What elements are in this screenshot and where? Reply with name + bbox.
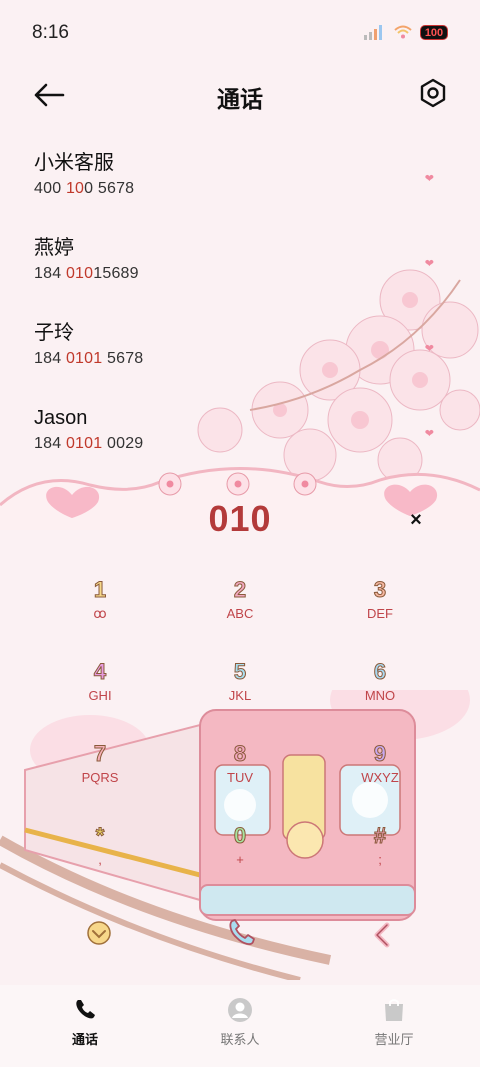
bottom-navigation: 通话 联系人 营业厅: [0, 985, 480, 1067]
tab-service-hall[interactable]: 营业厅: [334, 997, 454, 1048]
contact-number: 184 0101 0029: [34, 435, 144, 452]
heart-icon: ❤: [424, 258, 434, 270]
clear-icon[interactable]: ×: [404, 508, 428, 532]
keypad-letters: +: [236, 852, 244, 867]
tab-contacts-label: 联系人: [220, 1032, 260, 1047]
keypad-digit: 3: [373, 577, 387, 603]
wifi-icon: [394, 25, 412, 39]
keypad-key-9[interactable]: 9 WXYZ: [320, 739, 440, 811]
keypad-letters: MNO: [364, 688, 396, 703]
shopping-bag-icon: [385, 999, 403, 1021]
page-title: 通话: [217, 86, 263, 112]
tab-calls[interactable]: 通话: [25, 997, 145, 1048]
keypad-key-3[interactable]: 3 DEF: [320, 575, 440, 647]
tab-calls-label: 通话: [71, 1032, 98, 1047]
keypad-digit: 5: [233, 659, 247, 685]
keypad-digit: #: [373, 823, 387, 849]
contact-number: 184 0101 5678: [34, 350, 144, 367]
contact-name: 燕婷: [34, 237, 74, 259]
keypad-letters: GHI: [88, 688, 112, 703]
settings-gear-icon[interactable]: [418, 78, 448, 108]
keypad-letters: WXYZ: [361, 770, 399, 785]
tab-contacts[interactable]: 联系人: [180, 997, 300, 1048]
contact-row[interactable]: 小米客服 400 100 5678 ❤: [0, 148, 480, 233]
contact-row[interactable]: 子玲 184 0101 5678 ❤: [0, 318, 480, 403]
keypad-digit: 8: [233, 741, 247, 767]
keypad-letters: DEF: [367, 606, 393, 621]
keypad-digit: 7: [93, 741, 107, 767]
contact-name: 子玲: [34, 322, 74, 344]
search-results-list: 小米客服 400 100 5678 ❤ 燕婷 184 01015689 ❤ 子玲…: [0, 148, 480, 488]
keypad-digit: 4: [93, 659, 107, 685]
keypad-key-hash[interactable]: #;: [320, 821, 440, 893]
heart-icon: ❤: [424, 343, 434, 355]
keypad-key-5[interactable]: 5 JKL: [180, 657, 300, 729]
keypad-key-star[interactable]: *,: [40, 821, 160, 893]
keypad-key-8[interactable]: 8 TUV: [180, 739, 300, 811]
battery-icon: 100: [420, 24, 448, 40]
heart-icon: ❤: [424, 428, 434, 440]
keypad-letters: ,: [98, 852, 102, 867]
status-icons: 100: [364, 24, 448, 40]
backspace-icon[interactable]: [372, 922, 392, 948]
keypad-digit: 0: [233, 823, 247, 849]
keypad-letters: PQRS: [81, 770, 119, 785]
keypad-digit: 2: [233, 577, 247, 603]
status-bar: 8:16 100: [0, 0, 480, 64]
keypad-digit: *: [95, 823, 105, 849]
tab-service-hall-label: 营业厅: [374, 1032, 414, 1047]
contact-name: Jason: [34, 407, 88, 429]
header: 通话: [0, 70, 480, 120]
keypad-key-2[interactable]: 2 ABC: [180, 575, 300, 647]
keypad-digit: 1: [93, 577, 107, 603]
heart-icon: ❤: [424, 173, 434, 185]
contact-number: 400 100 5678: [34, 180, 135, 197]
keypad-digit: 9: [373, 741, 387, 767]
keypad-key-4[interactable]: 4 GHI: [40, 657, 160, 729]
call-button-icon[interactable]: [224, 916, 258, 950]
keypad-letters: TUV: [227, 770, 253, 785]
contact-name: 小米客服: [34, 152, 114, 174]
person-icon: [228, 998, 252, 1022]
contact-row[interactable]: 燕婷 184 01015689 ❤: [0, 233, 480, 318]
phone-icon: [76, 1000, 95, 1019]
keypad-key-7[interactable]: 7 PQRS: [40, 739, 160, 811]
contact-number: 184 01015689: [34, 265, 139, 282]
status-time: 8:16: [32, 22, 69, 43]
collapse-keypad-icon[interactable]: [86, 920, 112, 946]
keypad-letters: JKL: [228, 688, 252, 703]
keypad-letters: ꝏ: [93, 606, 107, 621]
keypad-letters: ABC: [226, 606, 254, 621]
keypad-letters: ;: [378, 852, 382, 867]
keypad-key-0[interactable]: 0 +: [180, 821, 300, 893]
signal-icon: [364, 25, 382, 40]
keypad-digit: 6: [373, 659, 387, 685]
keypad-key-6[interactable]: 6 MNO: [320, 657, 440, 729]
keypad-key-1[interactable]: 1ꝏ: [40, 575, 160, 647]
